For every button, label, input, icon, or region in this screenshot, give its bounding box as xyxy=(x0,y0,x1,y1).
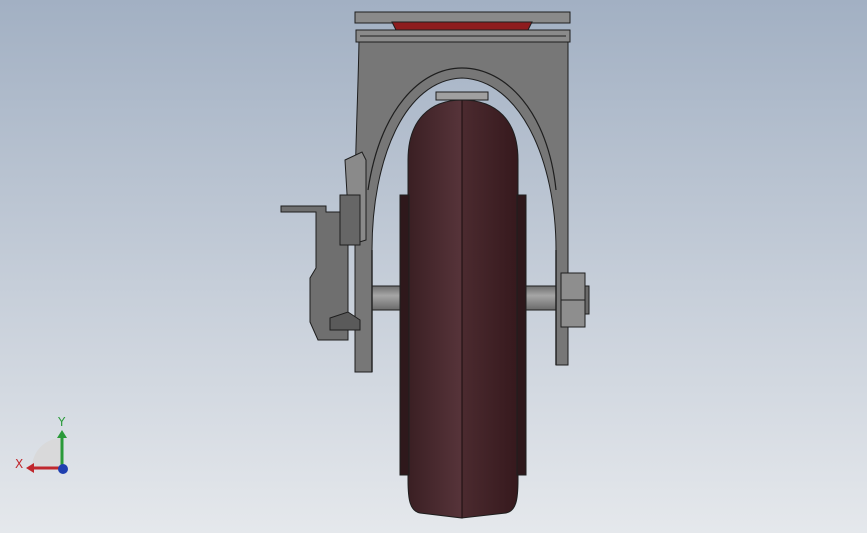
brake-mechanism xyxy=(339,194,361,246)
triad-x-label: X xyxy=(15,457,23,471)
wheel-hub-left xyxy=(399,194,410,476)
cad-graphics-viewport[interactable]: Y X xyxy=(0,0,867,533)
red-washer xyxy=(391,21,533,31)
wheel-left-half xyxy=(407,99,463,519)
triad-y-label: Y xyxy=(57,415,66,429)
wheel-top-spacer xyxy=(435,91,489,101)
wheel-hub-right xyxy=(516,194,527,476)
wheel-right-half xyxy=(461,99,519,519)
wheel xyxy=(399,99,527,519)
top-plate xyxy=(354,11,571,24)
triad-z-axis xyxy=(58,464,68,474)
axle-nut-cap xyxy=(584,285,590,315)
